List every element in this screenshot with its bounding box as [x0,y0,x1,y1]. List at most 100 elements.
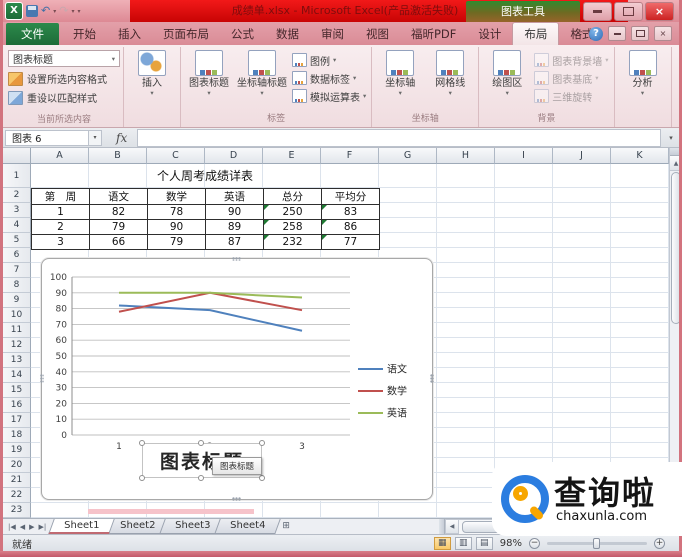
customize-qat-icon[interactable]: ▾ [77,8,80,15]
expand-formula-bar-icon[interactable]: ▾ [665,134,677,142]
chart-object[interactable]: 0102030405060708090100123语文数学英语 图表标题 图表标… [40,257,434,501]
ribbon-tab-视图[interactable]: 视图 [355,23,400,45]
row-header-19[interactable]: 19 [3,443,31,458]
cell[interactable]: 77 [321,234,380,250]
cell[interactable]: 3 [31,234,90,250]
title-handle[interactable] [259,440,265,446]
chart-frame-handle[interactable] [232,497,241,501]
cell[interactable]: 数学 [147,188,206,205]
data-table-button[interactable]: 模拟运算表 ▾ [292,89,366,104]
cell[interactable]: 89 [205,219,264,235]
insert-button[interactable]: 插入 ▾ [127,48,177,97]
excel-app-icon[interactable]: X [5,2,23,20]
collapse-ribbon-icon[interactable]: ⌃ [578,30,584,38]
name-box-caret-icon[interactable]: ▾ [89,129,102,146]
column-header-K[interactable]: K [611,148,669,164]
name-box[interactable]: 图表 6 [5,129,89,146]
close-button[interactable]: × [645,2,674,21]
cell[interactable]: 语文 [89,188,148,205]
last-sheet-icon[interactable]: ▶| [39,523,47,531]
scrollbar-split-handle[interactable] [670,148,679,156]
view-page-break-button[interactable]: ▤ [475,536,493,550]
cell[interactable]: 90 [147,219,206,235]
sheet-tab-Sheet4[interactable]: Sheet4 [214,519,282,534]
row-header-16[interactable]: 16 [3,398,31,413]
cell[interactable]: 83 [321,204,380,220]
ribbon-tab-页面布局[interactable]: 页面布局 [152,23,220,45]
row-header-12[interactable]: 12 [3,338,31,353]
cell[interactable]: 第 周 [31,188,90,205]
series-语文[interactable] [118,304,303,332]
help-icon[interactable]: ? [589,26,603,41]
view-page-layout-button[interactable]: ▥ [454,536,472,550]
row-header-4[interactable]: 4 [3,218,31,233]
format-selection-button[interactable]: 设置所选内容格式 [8,71,120,86]
column-header-D[interactable]: D [205,148,263,164]
workbook-minimize-button[interactable] [608,26,626,41]
zoom-in-button[interactable]: + [654,537,665,549]
title-handle[interactable] [198,440,204,446]
zoom-level[interactable]: 98% [500,538,522,549]
data-labels-button[interactable]: 数据标签 ▾ [292,71,366,86]
ribbon-tab-插入[interactable]: 插入 [107,23,152,45]
cell[interactable]: 87 [205,234,264,250]
row-header-14[interactable]: 14 [3,368,31,383]
legend-button[interactable]: 图例 ▾ [292,53,366,68]
column-header-G[interactable]: G [379,148,437,164]
vertical-scroll-thumb[interactable] [671,172,679,324]
row-header-2[interactable]: 2 [3,188,31,203]
title-handle[interactable] [139,475,145,481]
cell[interactable]: 英语 [205,188,264,205]
reset-style-button[interactable]: 重设以匹配样式 [8,90,120,105]
cell[interactable]: 66 [89,234,148,250]
row-header-1[interactable]: 1 [3,164,31,188]
ribbon-tab-开始[interactable]: 开始 [62,23,107,45]
formula-input[interactable] [137,128,661,147]
column-header-C[interactable]: C [147,148,205,164]
legend-label[interactable]: 数学 [387,385,407,398]
cell[interactable]: 90 [205,204,264,220]
title-handle[interactable] [139,440,145,446]
cell[interactable]: 78 [147,204,206,220]
cell[interactable]: 258 [263,219,322,235]
first-sheet-icon[interactable]: |◀ [8,523,16,531]
prev-sheet-icon[interactable]: ◀ [20,523,25,531]
ribbon-tab-审阅[interactable]: 审阅 [310,23,355,45]
column-header-E[interactable]: E [263,148,321,164]
axis-titles-button[interactable]: 坐标轴标题 ▾ [234,48,290,97]
ribbon-tab-公式[interactable]: 公式 [220,23,265,45]
row-header-23[interactable]: 23 [3,503,31,518]
minimize-button[interactable] [583,2,612,21]
gridlines-button[interactable]: 网格线 ▾ [425,48,475,97]
chart-frame-handle[interactable] [430,374,434,383]
chart-title-button[interactable]: 图表标题 ▾ [184,48,234,97]
next-sheet-icon[interactable]: ▶ [29,523,34,531]
cell[interactable]: 总分 [263,188,322,205]
scroll-up-icon[interactable]: ▲ [670,156,679,171]
row-header-11[interactable]: 11 [3,323,31,338]
column-header-H[interactable]: H [437,148,495,164]
row-header-3[interactable]: 3 [3,203,31,218]
select-all-corner[interactable] [3,148,31,164]
chart-frame-handle[interactable] [40,374,44,383]
save-icon[interactable] [26,5,38,17]
row-header-22[interactable]: 22 [3,488,31,503]
row-header-17[interactable]: 17 [3,413,31,428]
row-header-7[interactable]: 7 [3,263,31,278]
cell[interactable]: 86 [321,219,380,235]
cell[interactable]: 1 [31,204,90,220]
zoom-slider[interactable] [547,537,647,549]
cell[interactable]: 82 [89,204,148,220]
view-normal-button[interactable]: ▦ [433,536,451,550]
cell[interactable]: 79 [89,219,148,235]
axes-button[interactable]: 坐标轴 ▾ [375,48,425,97]
ribbon-tab-布局[interactable]: 布局 [512,22,560,45]
maximize-button[interactable] [614,2,643,21]
row-header-13[interactable]: 13 [3,353,31,368]
row-header-8[interactable]: 8 [3,278,31,293]
cell[interactable]: 2 [31,219,90,235]
ribbon-tab-设计[interactable]: 设计 [467,23,512,45]
legend-label[interactable]: 语文 [387,363,407,376]
chart-frame-handle[interactable] [232,257,241,261]
ribbon-tab-福昕PDF[interactable]: 福昕PDF [400,23,467,45]
